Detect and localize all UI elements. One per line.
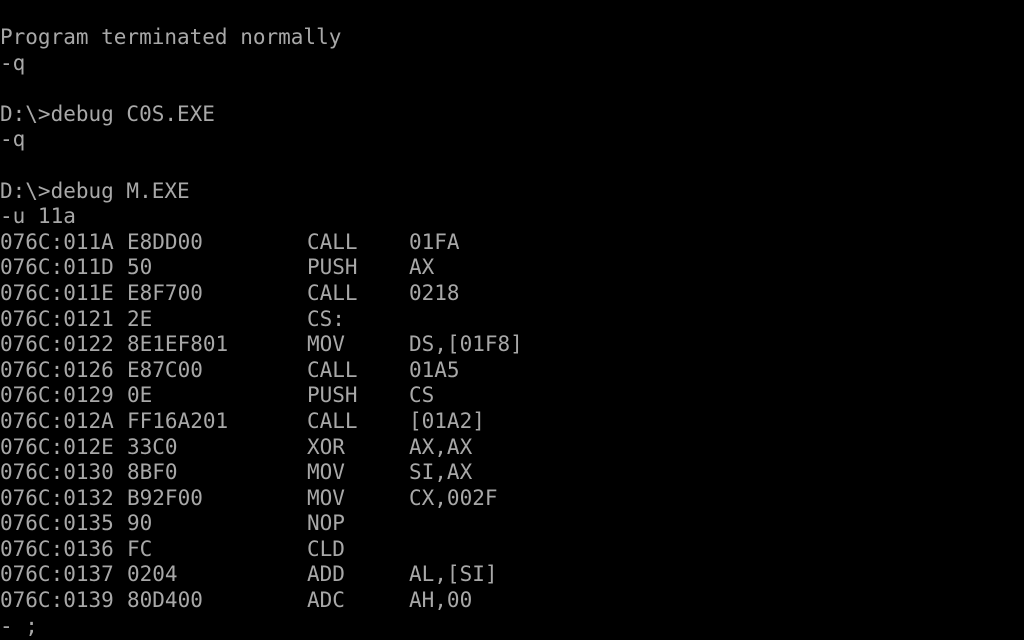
terminal-line: -u 11a <box>0 204 76 229</box>
disasm-bytes: 90 <box>127 511 153 536</box>
disasm-operands <box>409 307 709 333</box>
disasm-mnemonic: ADD <box>307 562 345 587</box>
disasm-mnemonic: PUSH <box>307 383 358 408</box>
disasm-address: 076C:0132 <box>0 485 114 510</box>
disasm-bytes: 33C0 <box>127 434 178 459</box>
terminal-line: D:\>debug C0S.EXE <box>0 101 215 126</box>
disasm-operands: 01FA <box>409 229 460 254</box>
disassembly-row: 076C:0139 80D400 ADC AH,00 <box>0 588 1024 614</box>
disasm-bytes: 2E <box>127 306 153 331</box>
disasm-operands: CS <box>409 383 435 408</box>
disassembly-row: 076C:0135 90 NOP <box>0 511 1024 537</box>
disasm-operands: AL,[SI] <box>409 562 498 587</box>
disasm-mnemonic: MOV <box>307 485 345 510</box>
disassembly-row: 076C:0129 0E PUSH CS <box>0 383 1024 409</box>
disasm-address: 076C:0135 <box>0 511 114 536</box>
disasm-address: 076C:011A <box>0 229 114 254</box>
disasm-mnemonic: CALL <box>307 229 358 254</box>
disassembly-row: 076C:012A FF16A201 CALL [01A2] <box>0 409 1024 435</box>
disasm-bytes: 8E1EF801 <box>127 332 229 357</box>
disasm-address: 076C:0122 <box>0 332 114 357</box>
disasm-address: 076C:0130 <box>0 460 114 485</box>
disasm-mnemonic: CS: <box>307 306 345 331</box>
terminal-line: Program terminated normally <box>0 25 342 49</box>
disasm-operands: 0218 <box>409 280 460 305</box>
disassembly-row: 076C:0130 8BF0 MOV SI,AX <box>0 460 1024 486</box>
disassembly-row: 076C:011A E8DD00 CALL 01FA <box>0 230 1024 256</box>
disasm-bytes: 8BF0 <box>127 460 178 485</box>
disasm-operands: AH,00 <box>409 588 473 613</box>
disasm-address: 076C:0121 <box>0 306 114 331</box>
disasm-operands: SI,AX <box>409 460 473 485</box>
disasm-bytes: FC <box>127 536 153 561</box>
disasm-operands: [01A2] <box>409 408 485 433</box>
disasm-address: 076C:011E <box>0 280 114 305</box>
terminal-line: -q <box>0 127 26 152</box>
disassembly-row: 076C:0137 0204 ADD AL,[SI] <box>0 562 1024 588</box>
disasm-address: 076C:011D <box>0 255 114 280</box>
disasm-operands: DS,[01F8] <box>409 332 523 357</box>
disassembly-listing: 076C:011A E8DD00 CALL 01FA 076C:011D 50 … <box>0 230 1024 614</box>
disasm-bytes: 80D400 <box>127 588 203 613</box>
disasm-mnemonic: MOV <box>307 332 345 357</box>
disassembly-row: 076C:0126 E87C00 CALL 01A5 <box>0 358 1024 384</box>
disasm-bytes: 0204 <box>127 562 178 587</box>
dos-terminal-screen[interactable]: Program terminated normally -q D:\>debug… <box>0 0 1024 640</box>
disasm-mnemonic: MOV <box>307 460 345 485</box>
disasm-mnemonic: CALL <box>307 357 358 382</box>
disassembly-row: 076C:0121 2E CS: <box>0 307 1024 333</box>
disasm-operands <box>409 511 709 537</box>
disassembly-row: 076C:0132 B92F00 MOV CX,002F <box>0 486 1024 512</box>
disasm-bytes: B92F00 <box>127 485 203 510</box>
disasm-operands: AX,AX <box>409 434 473 459</box>
disassembly-row: 076C:011E E8F700 CALL 0218 <box>0 281 1024 307</box>
disasm-address: 076C:0136 <box>0 536 114 561</box>
disasm-address: 076C:012E <box>0 434 114 459</box>
disasm-bytes: E8F700 <box>127 280 203 305</box>
disasm-mnemonic: CLD <box>307 536 345 561</box>
disasm-mnemonic: PUSH <box>307 255 358 280</box>
disasm-address: 076C:012A <box>0 408 114 433</box>
disasm-address: 076C:0126 <box>0 357 114 382</box>
disasm-mnemonic: CALL <box>307 280 358 305</box>
terminal-history: Program terminated normally -q D:\>debug… <box>0 25 1024 230</box>
disasm-mnemonic: XOR <box>307 434 345 459</box>
disasm-address: 076C:0139 <box>0 588 114 613</box>
disasm-mnemonic: CALL <box>307 408 358 433</box>
disasm-address: 076C:0137 <box>0 562 114 587</box>
disasm-address: 076C:0129 <box>0 383 114 408</box>
terminal-line: D:\>debug M.EXE <box>0 178 190 203</box>
disasm-bytes: E87C00 <box>127 357 203 382</box>
disassembly-row: 076C:012E 33C0 XOR AX,AX <box>0 435 1024 461</box>
disassembly-row: 076C:0122 8E1EF801 MOV DS,[01F8] <box>0 332 1024 358</box>
disasm-mnemonic: ADC <box>307 588 345 613</box>
disasm-operands <box>409 537 709 563</box>
disasm-mnemonic: NOP <box>307 511 345 536</box>
disasm-bytes: E8DD00 <box>127 229 203 254</box>
command-prompt-line[interactable]: - ; <box>0 614 1024 640</box>
disasm-bytes: 0E <box>127 383 153 408</box>
disasm-bytes: FF16A201 <box>127 408 229 433</box>
disasm-bytes: 50 <box>127 255 153 280</box>
terminal-line: -q <box>0 50 26 75</box>
disasm-operands: 01A5 <box>409 357 460 382</box>
disassembly-row: 076C:011D 50 PUSH AX <box>0 255 1024 281</box>
disasm-operands: AX <box>409 255 435 280</box>
disassembly-row: 076C:0136 FC CLD <box>0 537 1024 563</box>
disasm-operands: CX,002F <box>409 485 498 510</box>
